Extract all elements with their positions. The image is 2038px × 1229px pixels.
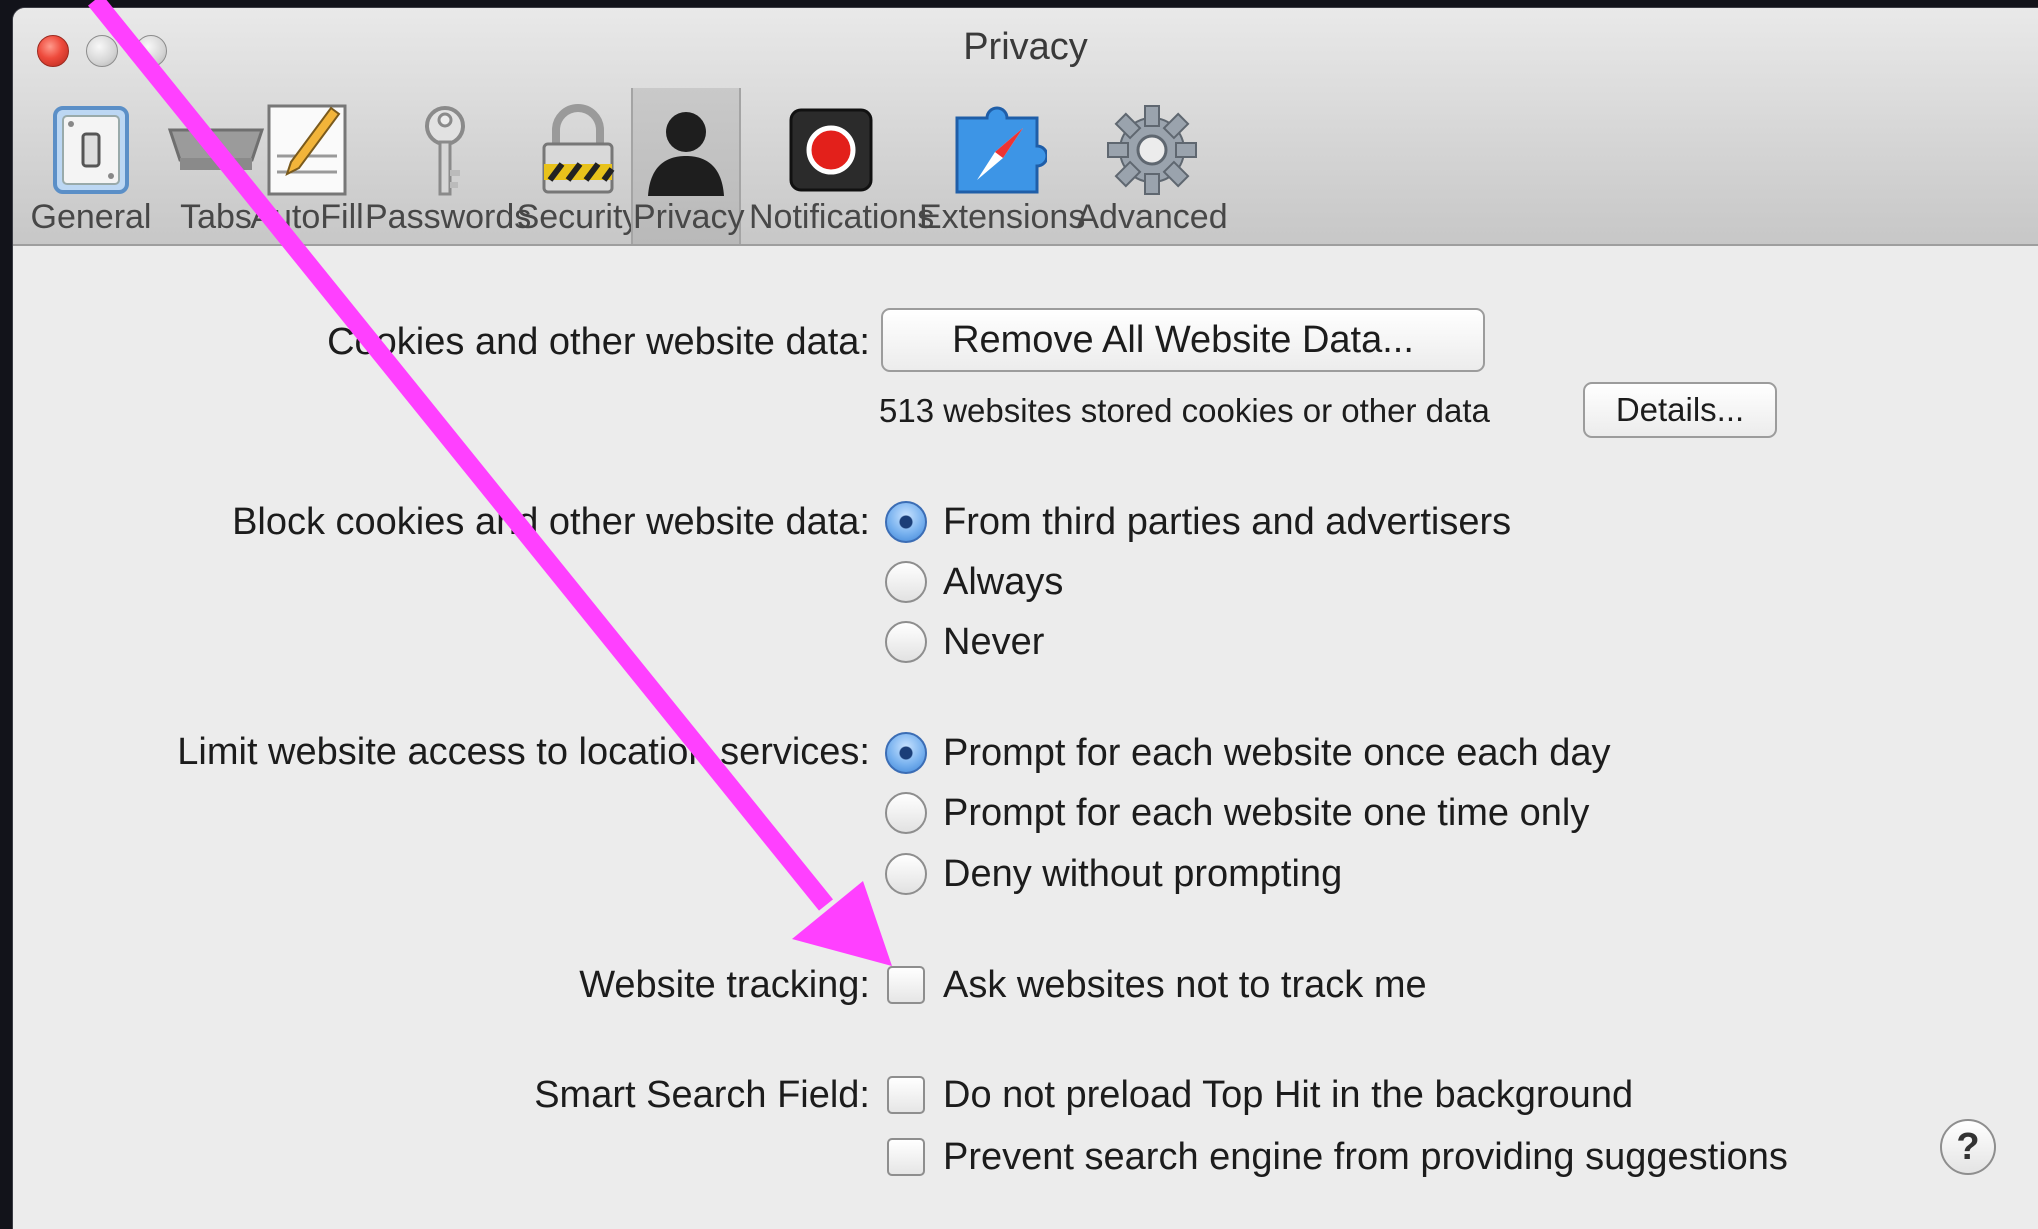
- preferences-window: Privacy General Tabs AutoFill Passwords …: [13, 8, 2038, 1229]
- checkbox-do-not-track[interactable]: [887, 966, 925, 1004]
- tab-label: Privacy: [633, 198, 745, 236]
- tab-label: Advanced: [1076, 198, 1228, 236]
- light-switch-icon: [53, 106, 129, 194]
- radio-prompt-once-each-day[interactable]: [885, 732, 927, 774]
- radio-third-parties[interactable]: [885, 501, 927, 543]
- window-title: Privacy: [963, 26, 1088, 68]
- cookies-status-text: 513 websites stored cookies or other dat…: [879, 392, 1490, 429]
- checkbox-prevent-suggestions[interactable]: [887, 1138, 925, 1176]
- padlock-icon: [542, 104, 615, 194]
- tab-general[interactable]: General: [23, 88, 159, 244]
- radio-always[interactable]: [885, 561, 927, 603]
- website-tracking-label: Website tracking:: [579, 964, 870, 1006]
- smart-search-field-label: Smart Search Field:: [534, 1074, 870, 1116]
- radio-label: Always: [943, 561, 1064, 603]
- checkbox-label: Do not preload Top Hit in the background: [943, 1074, 1634, 1116]
- remove-all-website-data-button[interactable]: Remove All Website Data...: [881, 308, 1485, 372]
- privacy-pane: Cookies and other website data: Remove A…: [13, 246, 2038, 1229]
- details-button[interactable]: Details...: [1583, 382, 1777, 438]
- tab-label: Notifications: [749, 198, 935, 236]
- radio-label: Deny without prompting: [943, 853, 1343, 895]
- tab-label: General: [30, 198, 152, 236]
- tab-passwords[interactable]: Passwords: [365, 88, 532, 244]
- checkbox-label: Prevent search engine from providing sug…: [943, 1136, 1788, 1178]
- person-silhouette-icon: [648, 112, 724, 196]
- checkbox-no-preload-top-hit[interactable]: [887, 1076, 925, 1114]
- checkbox-label: Ask websites not to track me: [943, 964, 1427, 1006]
- cookies-label: Cookies and other website data:: [327, 321, 870, 363]
- block-cookies-label: Block cookies and other website data:: [232, 501, 870, 543]
- tab-extensions[interactable]: Extensions: [919, 88, 1086, 244]
- radio-never[interactable]: [885, 621, 927, 663]
- puzzle-compass-icon: [955, 106, 1047, 194]
- tab-label: Extensions: [919, 198, 1086, 236]
- tab-label: Passwords: [365, 198, 532, 236]
- tab-security[interactable]: Security: [513, 88, 643, 244]
- tab-notifications[interactable]: Notifications: [749, 88, 935, 244]
- radio-deny-without-prompting[interactable]: [885, 853, 927, 895]
- title-bar: Privacy General Tabs AutoFill Passwords …: [13, 8, 2038, 246]
- record-button-icon: [789, 108, 873, 192]
- radio-label: Prompt for each website one time only: [943, 792, 1590, 834]
- radio-label: Never: [943, 621, 1045, 663]
- tab-advanced[interactable]: Advanced: [1075, 88, 1229, 244]
- radio-label: Prompt for each website once each day: [943, 732, 1611, 774]
- tab-privacy[interactable]: Privacy: [631, 88, 745, 244]
- pencil-form-icon: [267, 104, 347, 196]
- location-services-label: Limit website access to location service…: [177, 731, 870, 773]
- gear-icon: [1107, 105, 1197, 195]
- tab-label: Security: [516, 198, 640, 236]
- tab-label: AutoFill: [250, 198, 364, 236]
- help-button[interactable]: ?: [1940, 1119, 1996, 1175]
- radio-prompt-one-time-only[interactable]: [885, 792, 927, 834]
- radio-label: From third parties and advertisers: [943, 501, 1512, 543]
- tab-autofill[interactable]: AutoFill: [249, 88, 365, 244]
- key-icon: [425, 106, 465, 196]
